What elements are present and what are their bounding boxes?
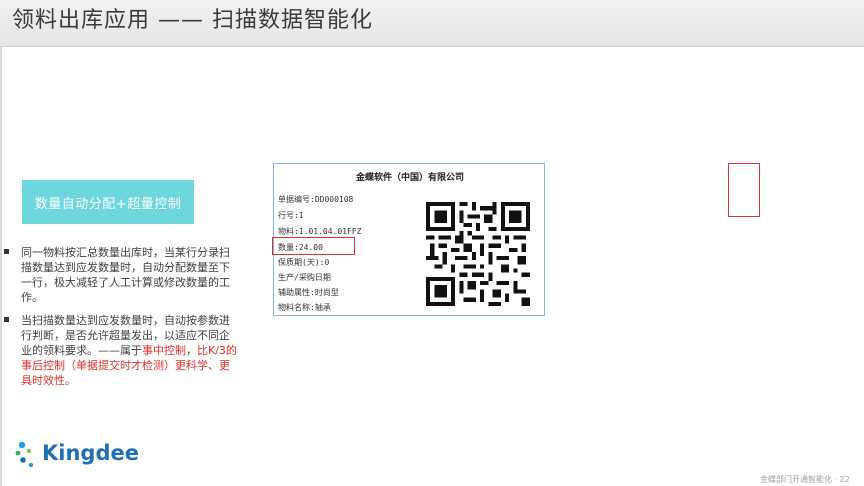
- slide-header: 领料出库应用 —— 扫描数据智能化: [0, 0, 864, 47]
- label-field-aux-attr: 辅助属性:时尚型: [278, 288, 339, 297]
- label-field-material: 物料:1.01.04.01FFZ: [278, 227, 362, 236]
- footer-note: 金蝶部门开通智能化 · 22: [760, 475, 850, 484]
- barcode-label-card: 金蝶软件（中国）有限公司 单据编号:DD000108 行号:1 物料:1.01.…: [272, 163, 545, 316]
- label-field-material-name: 物料名称:轴承: [278, 303, 331, 312]
- feature-banner: 数量自动分配+超量控制: [22, 180, 194, 224]
- quantity-highlight-box: [272, 237, 355, 255]
- bullet-text: 同一物料按汇总数量出库时，当某行分录扫描数量达到应发数量时，自动分配数量至下一行…: [21, 246, 230, 304]
- label-field-row-no: 行号:1: [278, 211, 304, 220]
- highlight-in-process-control: 事中控制: [142, 344, 186, 357]
- label-field-doc-no: 单据编号:DD000108: [278, 195, 354, 204]
- kingdee-logo-icon: [15, 441, 34, 468]
- label-field-shelf-life: 保质期(天):0: [278, 258, 330, 267]
- left-border: [0, 47, 2, 486]
- kingdee-logo: Kingdee: [14, 437, 144, 475]
- bullet-item-over-quantity: 当扫描数量达到应发数量时，自动按参数进行判断，是否允许超量发出，以适应不同企业的…: [4, 313, 239, 388]
- bullet-square-icon: [4, 249, 9, 254]
- label-company-name: 金蝶软件（中国）有限公司: [355, 173, 464, 183]
- label-field-prod-date: 生产/采购日期: [278, 273, 331, 282]
- bullet-item-auto-allocate: 同一物料按汇总数量出库时，当某行分录扫描数量达到应发数量时，自动分配数量至下一行…: [4, 245, 239, 305]
- bullet-text: 当扫描数量达到应发数量时，自动按参数进行判断，是否允许超量发出，以适应不同企业的…: [4, 313, 239, 388]
- bullet-text-part: ，: [186, 344, 197, 357]
- bullet-square-icon: [4, 317, 9, 322]
- kingdee-wordmark: Kingdee: [42, 441, 139, 465]
- slide-title: 领料出库应用 —— 扫描数据智能化: [12, 8, 373, 33]
- qr-code-icon: [426, 202, 530, 306]
- red-outline-marker: [728, 163, 760, 217]
